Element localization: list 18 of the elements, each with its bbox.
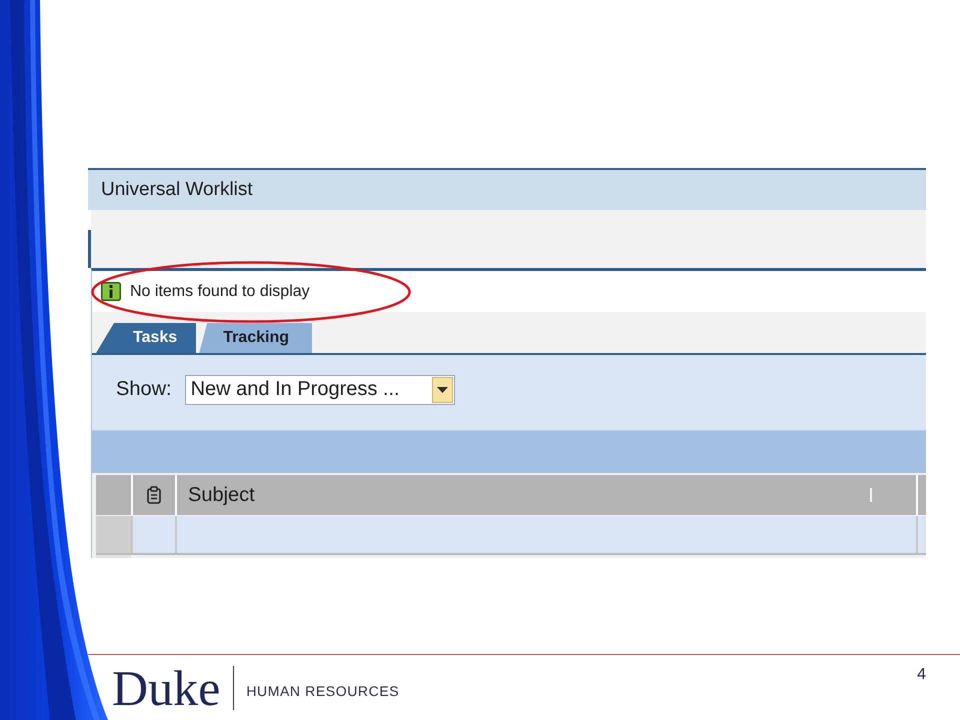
- clipboard-icon: [147, 486, 161, 504]
- worklist-title: Universal Worklist: [101, 179, 253, 201]
- filter-label: Show:: [116, 378, 172, 401]
- tab[interactable]: Tasks: [96, 323, 196, 353]
- caret-icon[interactable]: [432, 376, 453, 402]
- status-message: No items found to display: [130, 282, 310, 300]
- department-name: HUMAN RESOURCES: [246, 683, 400, 699]
- row-selector-cell[interactable]: [96, 516, 131, 553]
- column-header[interactable]: Subject: [177, 475, 916, 515]
- column-header[interactable]: [133, 475, 175, 515]
- show-dropdown[interactable]: New and In Progress ...: [184, 374, 455, 404]
- column-resize-handle-icon[interactable]: [870, 488, 872, 502]
- page-number: 4: [917, 666, 926, 684]
- info-icon: [101, 282, 121, 301]
- table-cell: [133, 516, 175, 553]
- table-cell: [918, 516, 926, 553]
- logo-wordmark: Duke: [112, 663, 220, 713]
- tab[interactable]: Tracking: [199, 323, 312, 353]
